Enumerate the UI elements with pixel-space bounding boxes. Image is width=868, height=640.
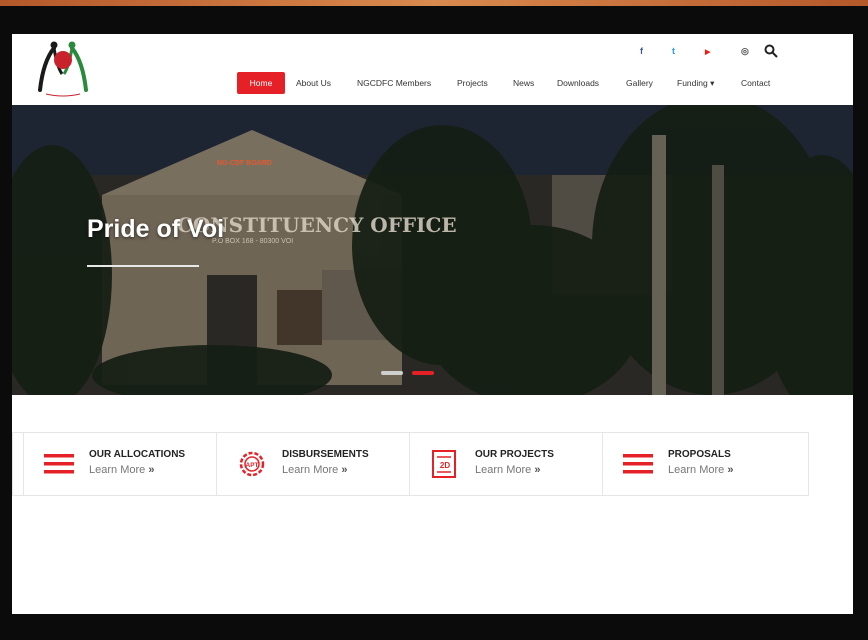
feature-title: PROPOSALS <box>668 449 731 460</box>
nav-ngcdfc-members[interactable]: NGCDFC Members <box>351 72 437 94</box>
slider-dot-1[interactable] <box>381 371 403 375</box>
nav-home[interactable]: Home <box>237 72 285 94</box>
site-header: f t ▶ ◎ Home About Us NGCDFC Members Pro… <box>12 34 853 105</box>
learn-more-link[interactable]: Learn More » <box>475 464 540 476</box>
feature-proposals[interactable]: PROPOSALS Learn More » <box>602 433 807 495</box>
building-sign-board: NG-CDF BOARD <box>217 160 272 167</box>
feature-title: OUR ALLOCATIONS <box>89 449 186 460</box>
feature-title: DISBURSEMENTS <box>282 449 369 460</box>
double-chevron-icon: » <box>727 464 734 476</box>
feature-title: OUR PROJECTS <box>475 449 554 460</box>
menu-icon <box>44 454 74 474</box>
feature-strip: OUR ALLOCATIONS Learn More » APT DISBURS… <box>12 432 809 496</box>
gear-icon: APT <box>239 451 265 477</box>
nav-contact[interactable]: Contact <box>735 72 776 94</box>
svg-text:APT: APT <box>246 462 259 469</box>
building-sign-address: P.O BOX 168 - 80300 VOI <box>212 238 294 245</box>
feature-allocations[interactable]: OUR ALLOCATIONS Learn More » <box>23 433 217 495</box>
blueprint-icon: 2D <box>432 450 456 478</box>
double-chevron-icon: » <box>534 464 541 476</box>
screen-bottom-frame <box>0 614 868 640</box>
learn-more-link[interactable]: Learn More » <box>668 464 733 476</box>
hero-underline <box>87 265 199 267</box>
nav-downloads[interactable]: Downloads <box>551 72 605 94</box>
double-chevron-icon: » <box>341 464 348 476</box>
website: f t ▶ ◎ Home About Us NGCDFC Members Pro… <box>12 34 853 614</box>
feature-projects[interactable]: 2D OUR PROJECTS Learn More » <box>409 433 603 495</box>
svg-text:2D: 2D <box>440 461 450 470</box>
hero-title: Pride of Voi <box>87 215 225 243</box>
nav-projects[interactable]: Projects <box>451 72 494 94</box>
nav-gallery[interactable]: Gallery <box>620 72 659 94</box>
nav-funding-dropdown[interactable]: Funding ▾ <box>671 72 720 94</box>
double-chevron-icon: » <box>148 464 155 476</box>
facebook-icon[interactable]: f <box>640 46 643 56</box>
instagram-icon[interactable]: ◎ <box>741 46 749 57</box>
menu-icon <box>623 454 653 474</box>
nav-news[interactable]: News <box>507 72 540 94</box>
slider-dot-2-active[interactable] <box>412 371 434 375</box>
site-logo[interactable] <box>32 38 94 100</box>
youtube-icon[interactable]: ▶ <box>705 48 710 56</box>
feature-disbursements[interactable]: APT DISBURSEMENTS Learn More » <box>216 433 410 495</box>
browser-top-strip <box>0 0 868 6</box>
learn-more-link[interactable]: Learn More » <box>282 464 347 476</box>
nav-about-us[interactable]: About Us <box>290 72 337 94</box>
learn-more-link[interactable]: Learn More » <box>89 464 154 476</box>
search-icon[interactable] <box>764 44 778 58</box>
twitter-icon[interactable]: t <box>672 46 675 56</box>
hero-background-photo <box>12 105 853 395</box>
hero-slider[interactable]: NG-CDF BOARD CONSTITUENCY OFFICE P.O BOX… <box>12 105 853 395</box>
